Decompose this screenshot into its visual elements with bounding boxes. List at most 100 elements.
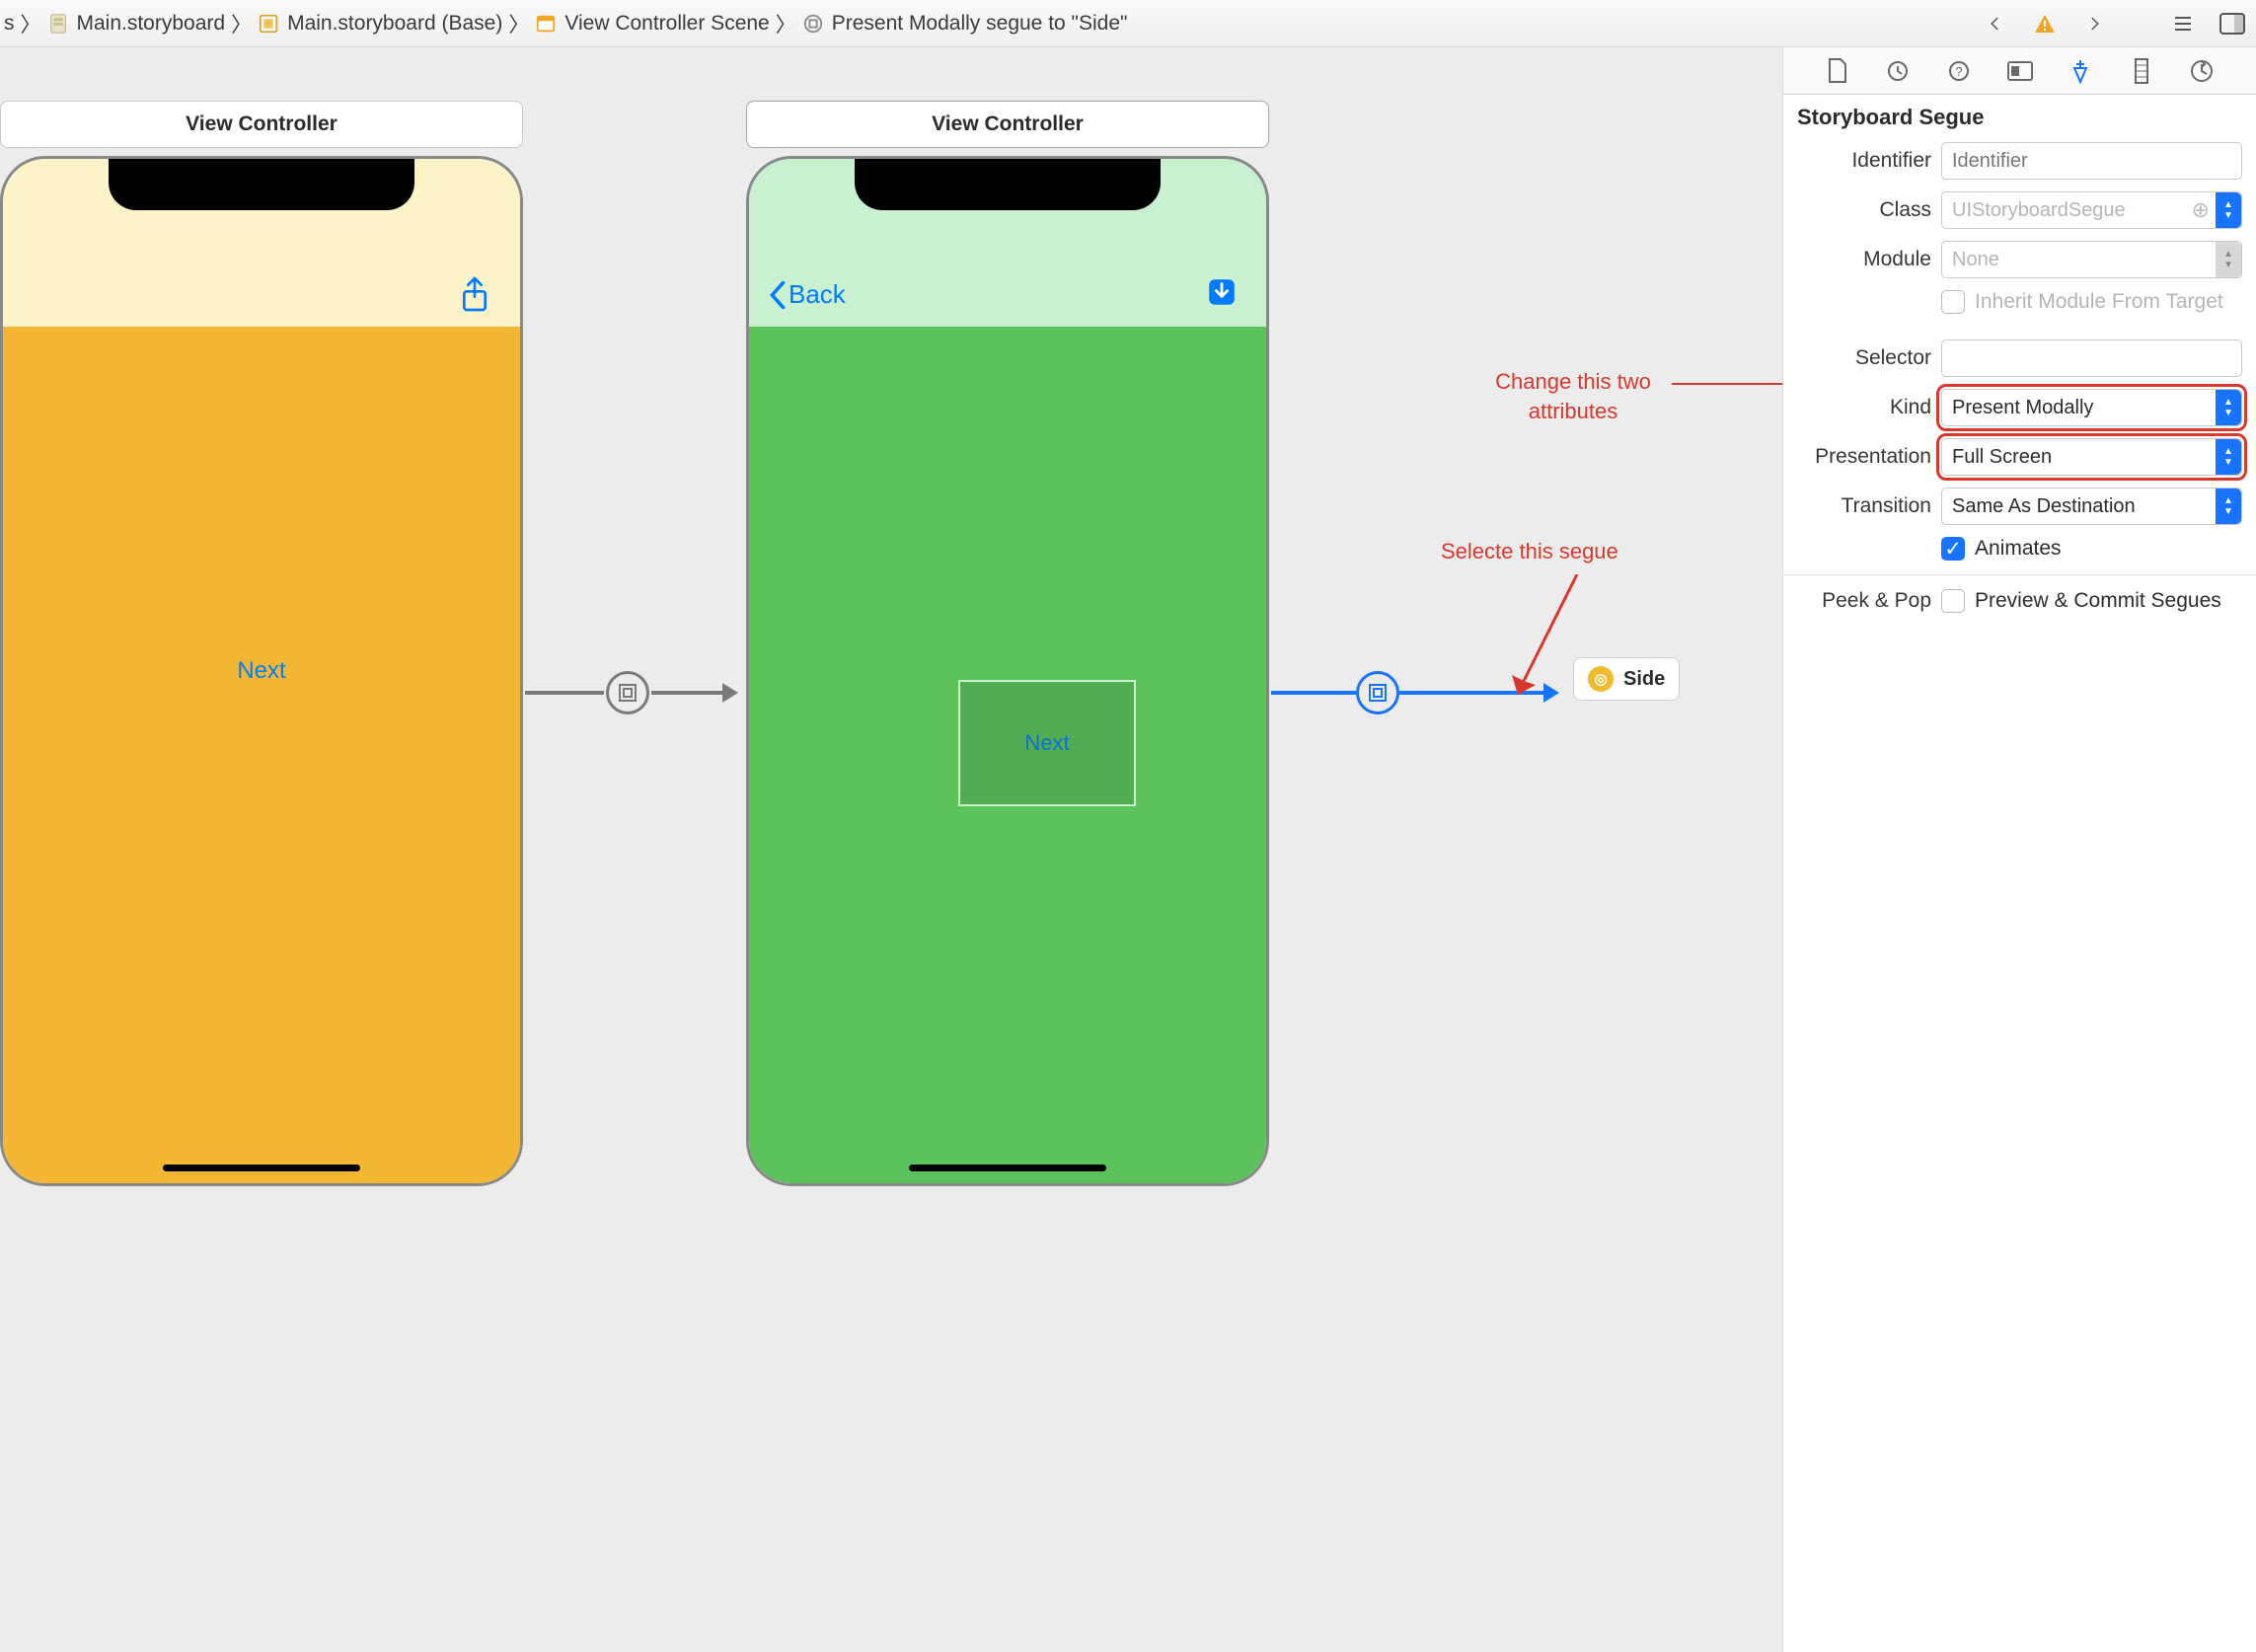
attributes-inspector: ? Storyboard Segue Identifier Class UISt…: [1782, 47, 2256, 1652]
field-label: Transition: [1783, 494, 1931, 518]
identity-inspector-tab[interactable]: [2003, 54, 2037, 88]
animates-checkbox[interactable]: ✓: [1941, 537, 1965, 561]
nav-forward-button[interactable]: [2080, 10, 2108, 38]
breadcrumb-segue[interactable]: Present Modally segue to "Side": [802, 12, 1128, 36]
scene1-title-bar[interactable]: View Controller: [0, 101, 523, 148]
connections-inspector-tab[interactable]: [2185, 54, 2218, 88]
breadcrumb-storyboard[interactable]: Main.storyboard: [47, 12, 226, 36]
nav-back-button[interactable]: [1982, 10, 2009, 38]
select-value: UIStoryboardSegue: [1952, 199, 2126, 222]
back-label: Back: [789, 279, 846, 310]
divider: [1783, 574, 2256, 575]
back-button[interactable]: Back: [769, 279, 846, 310]
peekpop-row: Peek & Pop Preview & Commit Segues: [1783, 583, 2256, 619]
notch-decoration: [855, 159, 1161, 210]
annotation-select-segue: Selecte this segue: [1441, 537, 1618, 566]
history-inspector-tab[interactable]: [1881, 54, 1915, 88]
select-value: None: [1952, 249, 1999, 271]
issues-warning-icon[interactable]: [2031, 10, 2059, 38]
transition-select[interactable]: Same As Destination ▲▼: [1941, 488, 2242, 525]
field-label: Peek & Pop: [1783, 589, 1931, 613]
kind-select[interactable]: Present Modally ▲▼: [1941, 389, 2242, 426]
selector-field[interactable]: [1941, 339, 2242, 377]
field-label: Kind: [1783, 396, 1931, 419]
notch-decoration: [109, 159, 414, 210]
breadcrumb-root-suffix[interactable]: s: [4, 12, 15, 36]
presentation-select[interactable]: Full Screen ▲▼: [1941, 438, 2242, 476]
document-outline-button[interactable]: [2169, 10, 2197, 38]
field-label: Presentation: [1783, 445, 1931, 469]
transition-row: Transition Same As Destination ▲▼: [1783, 482, 2256, 531]
class-select[interactable]: UIStoryboardSegue ⊕ ▲▼: [1941, 191, 2242, 229]
size-inspector-tab[interactable]: [2125, 54, 2158, 88]
field-label: Class: [1783, 198, 1931, 222]
kind-row: Kind Present Modally ▲▼: [1783, 383, 2256, 432]
chevron-right-icon: 〉: [21, 9, 41, 38]
next-button[interactable]: Next: [237, 657, 285, 685]
storyboard-base-icon: [258, 13, 279, 35]
field-label: Module: [1783, 248, 1931, 271]
content-view: [3, 327, 520, 1183]
chip-label: Side: [1623, 668, 1665, 691]
annotation-arrow-1: [1672, 383, 1782, 385]
animates-row: ✓ Animates: [1783, 531, 2256, 566]
side-viewcontroller-chip[interactable]: ◎ Side: [1573, 657, 1680, 701]
chevron-left-icon: [769, 281, 787, 309]
inherit-row: Inherit Module From Target: [1783, 284, 2256, 320]
select-stepper-icon: ▲▼: [2216, 192, 2241, 228]
jump-bar: s 〉 Main.storyboard 〉 Main.storyboard (B…: [0, 0, 2256, 47]
home-indicator: [163, 1164, 360, 1171]
select-value: Full Screen: [1952, 446, 2052, 469]
selector-row: Selector: [1783, 334, 2256, 383]
container-label: Next: [1024, 730, 1069, 756]
select-stepper-icon: ▲▼: [2216, 439, 2241, 475]
scene2-title-bar[interactable]: View Controller: [746, 101, 1269, 148]
peekpop-checkbox[interactable]: [1941, 589, 1965, 613]
breadcrumb-scene[interactable]: View Controller Scene: [535, 12, 769, 36]
view-controller-2[interactable]: Back Next: [746, 156, 1269, 1186]
storyboard-file-icon: [47, 13, 69, 35]
checkbox-label: Animates: [1975, 537, 2062, 561]
identifier-field[interactable]: [1941, 142, 2242, 180]
download-icon[interactable]: [1205, 275, 1239, 312]
chevron-right-icon: 〉: [231, 9, 252, 38]
select-stepper-icon: ▲▼: [2216, 488, 2241, 524]
view-controller-1[interactable]: Next: [0, 156, 523, 1186]
checkbox-label: Preview & Commit Segues: [1975, 589, 2221, 613]
attributes-inspector-tab[interactable]: [2064, 54, 2097, 88]
inspector-tabs: ?: [1783, 47, 2256, 95]
inherit-checkbox[interactable]: [1941, 290, 1965, 314]
breadcrumb-label: View Controller Scene: [564, 12, 769, 36]
annotation-change-attrs: Change this two attributes: [1474, 367, 1672, 425]
scene-icon: [535, 13, 557, 35]
scene-title-label: View Controller: [932, 113, 1084, 136]
class-row: Class UIStoryboardSegue ⊕ ▲▼: [1783, 186, 2256, 235]
present-modally-icon: [606, 671, 649, 714]
annotation-arrow-2: [1510, 574, 1589, 706]
help-inspector-tab[interactable]: ?: [1942, 54, 1976, 88]
segue-arrow-1[interactable]: [525, 671, 740, 714]
share-icon[interactable]: [459, 275, 490, 316]
breadcrumb-label: Present Modally segue to "Side": [832, 12, 1128, 36]
add-class-icon[interactable]: ⊕: [2192, 197, 2210, 223]
svg-text:?: ?: [1955, 64, 1962, 79]
breadcrumb-storyboard-base[interactable]: Main.storyboard (Base): [258, 12, 502, 36]
container-view[interactable]: Next: [958, 680, 1136, 806]
breadcrumbs: s 〉 Main.storyboard 〉 Main.storyboard (B…: [0, 9, 1127, 38]
field-label: Identifier: [1783, 149, 1931, 173]
select-value: Present Modally: [1952, 397, 2093, 419]
segue-icon: [802, 13, 824, 35]
breadcrumb-label: Main.storyboard: [77, 12, 226, 36]
identifier-row: Identifier: [1783, 136, 2256, 186]
module-row: Module None ▲▼: [1783, 235, 2256, 284]
present-modally-icon: [1356, 671, 1399, 714]
chevron-right-icon: 〉: [508, 9, 529, 38]
breadcrumb-label: Main.storyboard (Base): [287, 12, 502, 36]
jumpbar-tools: [1982, 10, 2246, 38]
file-inspector-tab[interactable]: [1821, 54, 1854, 88]
adjust-editor-button[interactable]: [2218, 10, 2246, 38]
presentation-row: Presentation Full Screen ▲▼: [1783, 432, 2256, 482]
select-stepper-icon: ▲▼: [2216, 390, 2241, 425]
storyboard-canvas[interactable]: View Controller View Controller Next: [0, 47, 1782, 1652]
module-select[interactable]: None ▲▼: [1941, 241, 2242, 278]
